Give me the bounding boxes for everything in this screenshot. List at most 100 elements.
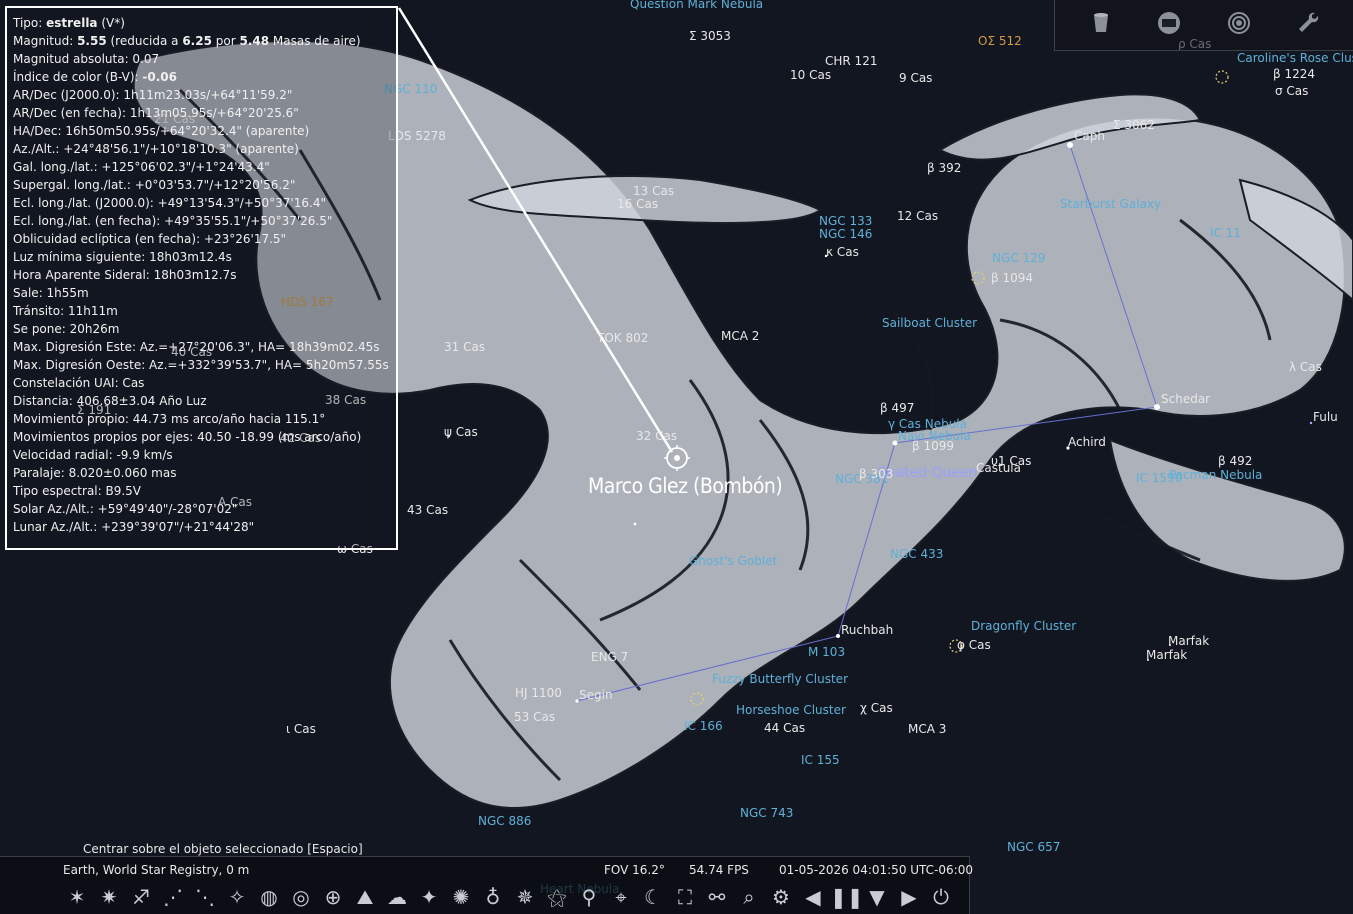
sky-label-star[interactable]: ENG 7 — [591, 650, 628, 664]
constellation-lines-icon[interactable]: ✶ — [62, 883, 92, 911]
equatorial-grid-icon[interactable]: ◍ — [254, 883, 284, 911]
sky-label-star[interactable]: Castula — [976, 461, 1021, 475]
sky-label-star[interactable]: 16 Cas — [617, 197, 658, 211]
sky-label-star[interactable]: 32 Cas — [636, 429, 677, 443]
sky-label-dso[interactable]: Pacman Nebula — [1169, 468, 1262, 482]
sky-label-star[interactable]: ι Cas — [286, 722, 316, 736]
fov-status: FOV 16.2° — [604, 863, 665, 877]
sky-label-dso[interactable]: NGC 886 — [478, 814, 531, 828]
sky-label-dso[interactable]: NGC 146 — [819, 227, 872, 241]
sky-label-star[interactable]: TOK 802 — [597, 331, 648, 345]
info-line: Velocidad radial: -9.9 km/s — [13, 448, 173, 462]
sky-label-star[interactable]: λ Cas — [1289, 360, 1322, 374]
sky-label-star[interactable]: β 1094 — [991, 271, 1033, 285]
sky-label-star[interactable]: Caph — [1074, 129, 1105, 143]
sky-label-dso[interactable]: NGC 133 — [819, 214, 872, 228]
settings-icon[interactable]: ⚙ — [766, 883, 796, 911]
sky-label-star[interactable]: Fulu — [1313, 410, 1338, 424]
sky-label-star[interactable]: Segin — [579, 688, 613, 702]
sky-label-dbl[interactable]: ΟΣ 512 — [978, 34, 1022, 48]
target-icon[interactable] — [1226, 10, 1252, 36]
sky-label-dso[interactable]: IC 155 — [801, 753, 840, 767]
sky-label-star[interactable]: 12 Cas — [897, 209, 938, 223]
sky-label-star[interactable]: ψ Cas — [444, 425, 478, 439]
nebulae-icon[interactable]: ✺ — [446, 883, 476, 911]
sky-label-dso[interactable]: Sailboat Cluster — [882, 316, 977, 330]
sky-label-star[interactable]: Achird — [1068, 435, 1106, 449]
sky-label-star[interactable]: Marfak — [1146, 648, 1187, 662]
telescope-icon[interactable]: ⚯ — [702, 883, 732, 911]
center-object-icon[interactable]: ⌖ — [606, 883, 636, 911]
cardinal-points-icon[interactable]: ✦ — [414, 883, 444, 911]
atmosphere-icon[interactable]: ☁ — [382, 883, 412, 911]
equatorial-mount-icon[interactable]: ⚲ — [574, 883, 604, 911]
bucket-icon[interactable] — [1088, 10, 1114, 36]
sky-label-star[interactable]: MCA 3 — [908, 722, 946, 736]
sky-label-star[interactable]: β 392 — [927, 161, 961, 175]
wrench-icon[interactable] — [1295, 10, 1321, 36]
constellation-art-icon[interactable]: ♐ — [126, 883, 156, 911]
asterism-lines-icon[interactable]: ⋱ — [190, 883, 220, 911]
sky-label-star[interactable]: χ Cas — [860, 701, 893, 715]
sky-label-dso[interactable]: Fuzzy Butterfly Cluster — [712, 672, 848, 686]
quit-icon[interactable]: ⏻ — [926, 883, 956, 911]
sky-label-dso[interactable]: NGC 657 — [1007, 840, 1060, 854]
sky-label-dso[interactable]: Ghost's Goblet — [689, 554, 777, 568]
sky-label-star[interactable]: Schedar — [1161, 392, 1210, 406]
ground-icon[interactable]: ⛰ — [350, 883, 380, 911]
sky-label-star[interactable]: 31 Cas — [444, 340, 485, 354]
sky-label-star[interactable]: 44 Cas — [764, 721, 805, 735]
sky-label-dso[interactable]: NGC 433 — [890, 547, 943, 561]
sky-label-star[interactable]: β 492 — [1218, 454, 1252, 468]
night-mode-icon[interactable]: ☾ — [638, 883, 668, 911]
sky-label-dso[interactable]: Caroline's Rose Clus — [1237, 51, 1353, 65]
sky-label-star[interactable]: MCA 2 — [721, 329, 759, 343]
location-status[interactable]: Earth, World Star Registry, 0 m — [63, 863, 249, 877]
sky-label-star[interactable]: β 497 — [880, 401, 914, 415]
sky-label-star[interactable]: Σ 3062 — [1113, 118, 1155, 132]
info-line: Max. Digresión Oeste: Az.=+332°39'53.7",… — [13, 358, 389, 372]
sky-label-star[interactable]: Ruchbah — [841, 623, 893, 637]
planets-icon[interactable]: ♁ — [478, 883, 508, 911]
window-icon[interactable] — [1156, 10, 1182, 36]
sky-label-star[interactable]: κ Cas — [826, 245, 859, 259]
sky-label-dso[interactable]: NGC 743 — [740, 806, 793, 820]
realtime-icon[interactable]: ▼ — [862, 883, 892, 911]
asterism-labels-icon[interactable]: ✧ — [222, 883, 252, 911]
sky-label-dso[interactable]: Question Mark Nebula — [630, 0, 763, 11]
sky-label-star[interactable]: HJ 1100 — [515, 686, 562, 700]
sky-label-star[interactable]: CHR 121 — [825, 54, 877, 68]
sky-label-dso[interactable]: Starburst Galaxy — [1060, 197, 1161, 211]
satellites-icon[interactable]: ⚝ — [542, 883, 572, 911]
constellation-labels-icon[interactable]: ✷ — [94, 883, 124, 911]
sky-label-star[interactable]: σ Cas — [1275, 84, 1308, 98]
rewind-icon[interactable]: ◀ — [798, 883, 828, 911]
sky-label-dso[interactable]: NGC 129 — [992, 251, 1045, 265]
search-icon[interactable]: ⌕ — [734, 883, 764, 911]
sky-label-star[interactable]: φ Cas — [957, 638, 991, 652]
pause-icon[interactable]: ❚❚ — [830, 883, 864, 911]
selected-object-name[interactable]: Marco Glez (Bombón) — [588, 474, 783, 498]
azimuthal-grid-icon[interactable]: ◎ — [286, 883, 316, 911]
sky-label-star[interactable]: Marfak — [1168, 634, 1209, 648]
galactic-grid-icon[interactable]: ⊕ — [318, 883, 348, 911]
sky-label-star[interactable]: 53 Cas — [514, 710, 555, 724]
sky-label-dso[interactable]: Dragonfly Cluster — [971, 619, 1076, 633]
constellation-boundaries-icon[interactable]: ⋰ — [158, 883, 188, 911]
sky-label-star[interactable]: 43 Cas — [407, 503, 448, 517]
sky-label-dso[interactable]: Horseshoe Cluster — [736, 703, 846, 717]
sky-label-star[interactable]: 13 Cas — [633, 184, 674, 198]
sky-label-star[interactable]: β 303 — [859, 467, 893, 481]
fullscreen-icon[interactable]: ⛶ — [670, 883, 700, 911]
sky-label-star[interactable]: Σ 3053 — [689, 29, 731, 43]
sky-label-dso[interactable]: IC 166 — [684, 719, 723, 733]
sky-label-dso[interactable]: M 103 — [808, 645, 845, 659]
datetime-status[interactable]: 01-05-2026 04:01:50 UTC-06:00 — [779, 863, 973, 877]
fast-forward-icon[interactable]: ▶ — [894, 883, 924, 911]
exoplanets-icon[interactable]: ✵ — [510, 883, 540, 911]
sky-label-star[interactable]: β 1224 — [1273, 67, 1315, 81]
sky-label-dso[interactable]: IC 11 — [1210, 226, 1241, 240]
sky-label-star[interactable]: β 1099 — [912, 439, 954, 453]
sky-label-star[interactable]: 9 Cas — [899, 71, 932, 85]
sky-label-star[interactable]: 10 Cas — [790, 68, 831, 82]
